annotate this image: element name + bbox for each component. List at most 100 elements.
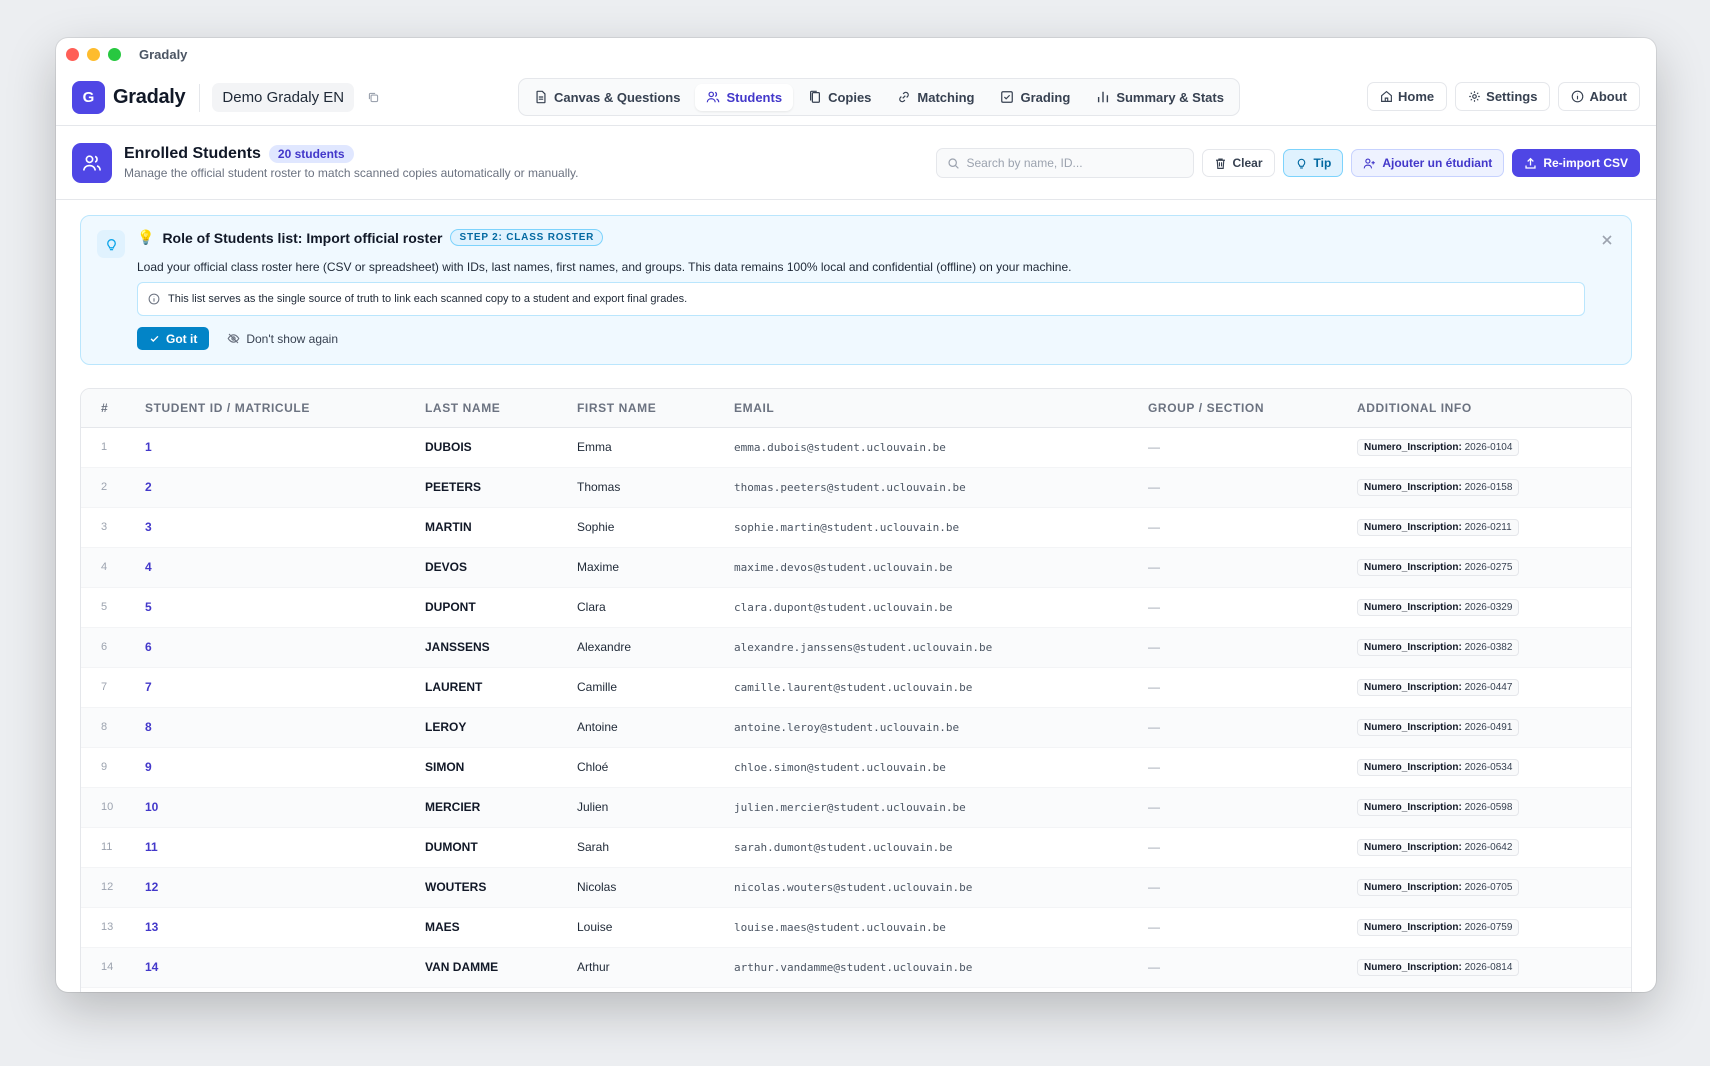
copy-icon[interactable]: [364, 89, 382, 107]
last-name: DEVOS: [425, 547, 577, 588]
info-key: Numero_Inscription:: [1364, 921, 1462, 933]
student-actions: Clear Tip Ajouter un étudiant Re-import …: [935, 148, 1640, 178]
col-header-id[interactable]: STUDENT ID / MATRICULE: [145, 389, 425, 428]
reimport-label: Re-import CSV: [1543, 156, 1628, 170]
got-it-button[interactable]: Got it: [137, 327, 210, 350]
about-label: About: [1589, 89, 1627, 104]
additional-info: Numero_Inscription: 2026-0158: [1357, 467, 1631, 508]
table-row[interactable]: 8 8 LEROY Antoine antoine.leroy@student.uclo…: [81, 707, 1631, 748]
home-button[interactable]: Home: [1367, 82, 1448, 111]
student-id: 3: [145, 507, 425, 548]
upload-icon: [1525, 157, 1536, 169]
table-row[interactable]: 7 7 LAURENT Camille camille.laurent@student.…: [81, 667, 1631, 708]
tab-canvas-questions[interactable]: Canvas & Questions: [523, 84, 691, 111]
student-id: 4: [145, 547, 425, 588]
additional-info: Numero_Inscription: 2026-0382: [1357, 627, 1631, 668]
table-row[interactable]: 6 6 JANSSENS Alexandre alexandre.janssens@st…: [81, 627, 1631, 668]
info-value: 2026-0275: [1464, 561, 1513, 573]
eye-off-icon: [227, 333, 240, 344]
last-name: DUBOIS: [425, 427, 577, 468]
first-name: Clara: [577, 587, 734, 628]
table-row[interactable]: 10 10 MERCIER Julien julien.mercier@student.…: [81, 787, 1631, 828]
email: sarah.dumont@student.uclouvain.be: [734, 827, 1148, 868]
settings-button[interactable]: Settings: [1455, 82, 1551, 111]
table-row[interactable]: 3 3 MARTIN Sophie sophie.martin@student.uclo…: [81, 507, 1631, 548]
email: emma.dubois@student.uclouvain.be: [734, 427, 1148, 468]
tab-label: Students: [726, 89, 783, 105]
last-name: MARTIN: [425, 507, 577, 548]
clear-button[interactable]: Clear: [1201, 149, 1275, 177]
col-header-email[interactable]: EMAIL: [734, 389, 1148, 428]
info-value: 2026-0104: [1464, 441, 1513, 453]
info-value: 2026-0211: [1464, 521, 1512, 533]
info-key: Numero_Inscription:: [1364, 761, 1462, 773]
row-number: 14: [81, 947, 145, 988]
row-number: 6: [81, 627, 145, 668]
add-student-label: Ajouter un étudiant: [1382, 156, 1493, 170]
info-value: 2026-0491: [1464, 721, 1513, 733]
close-icon[interactable]: [1599, 232, 1615, 248]
first-name: Thomas: [577, 467, 734, 508]
about-button[interactable]: About: [1558, 82, 1640, 111]
project-name[interactable]: Demo Gradaly EN: [212, 83, 355, 112]
dont-show-again-button[interactable]: Don't show again: [227, 332, 338, 346]
email: maxime.devos@student.uclouvain.be: [734, 547, 1148, 588]
info-badge: Numero_Inscription: 2026-0534: [1357, 758, 1520, 776]
table-row[interactable]: 4 4 DEVOS Maxime maxime.devos@student.uclouv…: [81, 547, 1631, 588]
col-header-info[interactable]: ADDITIONAL INFO: [1357, 389, 1631, 428]
table-row[interactable]: 12 12 WOUTERS Nicolas nicolas.wouters@studen…: [81, 867, 1631, 908]
info-key: Numero_Inscription:: [1364, 881, 1462, 893]
tab-matching[interactable]: Matching: [886, 84, 985, 111]
row-number: 11: [81, 827, 145, 868]
check-icon: [150, 335, 159, 343]
tip-note: This list serves as the single source of…: [137, 282, 1585, 316]
add-student-button[interactable]: Ajouter un étudiant: [1351, 149, 1505, 177]
tab-copies[interactable]: Copies: [797, 84, 882, 111]
first-name: Sophie: [577, 507, 734, 548]
row-number: 3: [81, 507, 145, 548]
header-actions: Home Settings About: [1367, 82, 1640, 111]
app-header: G Gradaly Demo Gradaly EN Canvas & Quest…: [56, 70, 1656, 126]
col-header-group[interactable]: GROUP / SECTION: [1148, 389, 1357, 428]
table-row[interactable]: 5 5 DUPONT Clara clara.dupont@student.uclouv…: [81, 587, 1631, 628]
table-row[interactable]: 11 11 DUMONT Sarah sarah.dumont@student.uclo…: [81, 827, 1631, 868]
info-badge: Numero_Inscription: 2026-0491: [1357, 718, 1520, 736]
last-name: LAURENT: [425, 667, 577, 708]
tip-button[interactable]: Tip: [1282, 149, 1344, 177]
info-badge: Numero_Inscription: 2026-0329: [1357, 598, 1520, 616]
table-row[interactable]: 1 1 DUBOIS Emma emma.dubois@student.uclouvai…: [81, 427, 1631, 468]
link-icon: [899, 91, 910, 103]
minimize-window-button[interactable]: [87, 47, 100, 61]
tab-summary-stats[interactable]: Summary & Stats: [1085, 84, 1235, 111]
row-number: 13: [81, 907, 145, 948]
maximize-window-button[interactable]: [108, 47, 121, 61]
table-row[interactable]: 13 13 MAES Louise louise.maes@student.uclouv…: [81, 907, 1631, 948]
additional-info: Numero_Inscription: 2026-0534: [1357, 747, 1631, 788]
student-id: 1: [145, 427, 425, 468]
search-input[interactable]: [966, 156, 1177, 170]
home-icon: [1381, 90, 1392, 102]
group-section: —: [1148, 547, 1357, 588]
settings-label: Settings: [1486, 89, 1538, 104]
col-header-last-name[interactable]: LAST NAME: [425, 389, 577, 428]
last-name: SIMON: [425, 747, 577, 788]
table-row[interactable]: 14 14 VAN DAMME Arthur arthur.vandamme@stude…: [81, 947, 1631, 988]
tip-header: 💡 Role of Students list: Import official…: [137, 229, 604, 246]
tab-grading[interactable]: Grading: [989, 84, 1081, 111]
table-row[interactable]: 2 2 PEETERS Thomas thomas.peeters@student.uc…: [81, 467, 1631, 508]
student-id: 14: [145, 947, 425, 988]
page-title: Enrolled Students: [124, 145, 261, 162]
header-divider: [199, 83, 201, 112]
info-badge: Numero_Inscription: 2026-0705: [1357, 878, 1520, 896]
info-key: Numero_Inscription:: [1364, 801, 1462, 813]
col-header-first-name[interactable]: FIRST NAME: [577, 389, 734, 428]
info-value: 2026-0329: [1464, 601, 1513, 613]
table-row[interactable]: 9 9 SIMON Chloé chloe.simon@student.uclouvai…: [81, 747, 1631, 788]
student-id: 9: [145, 747, 425, 788]
col-header-num[interactable]: #: [81, 389, 145, 428]
clear-label: Clear: [1232, 156, 1263, 170]
close-window-button[interactable]: [66, 47, 79, 61]
info-value: 2026-0447: [1464, 681, 1513, 693]
reimport-csv-button[interactable]: Re-import CSV: [1512, 149, 1640, 177]
tab-students[interactable]: Students: [695, 83, 794, 111]
